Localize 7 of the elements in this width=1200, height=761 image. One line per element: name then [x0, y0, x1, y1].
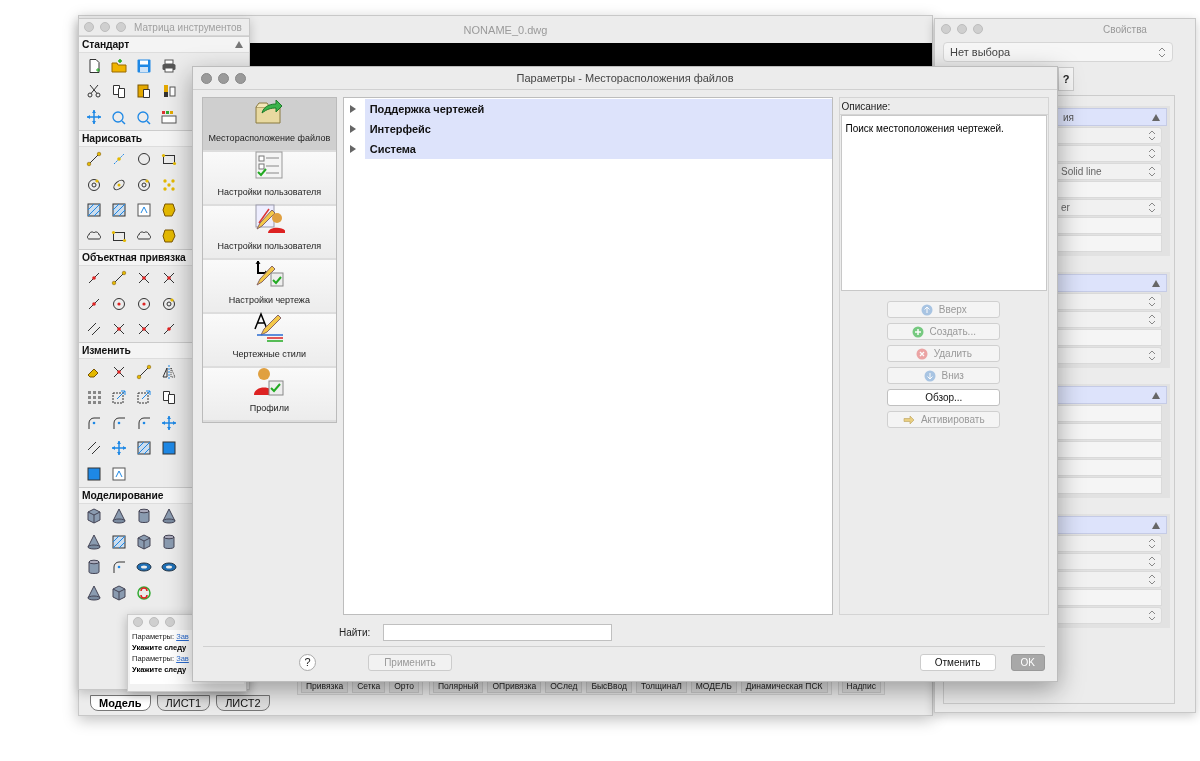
description-text: Поиск местоположения чертежей. — [840, 115, 1047, 291]
window-title: Свойства — [1103, 23, 1147, 35]
palette-title: Матрица инструментов — [134, 21, 242, 33]
search-label: Найти: — [339, 626, 371, 638]
dialog-title: Параметры - Месторасположения файлов — [516, 72, 734, 84]
section-title: ия — [1063, 111, 1074, 123]
window-title: NONAME_0.dwg — [463, 23, 548, 36]
